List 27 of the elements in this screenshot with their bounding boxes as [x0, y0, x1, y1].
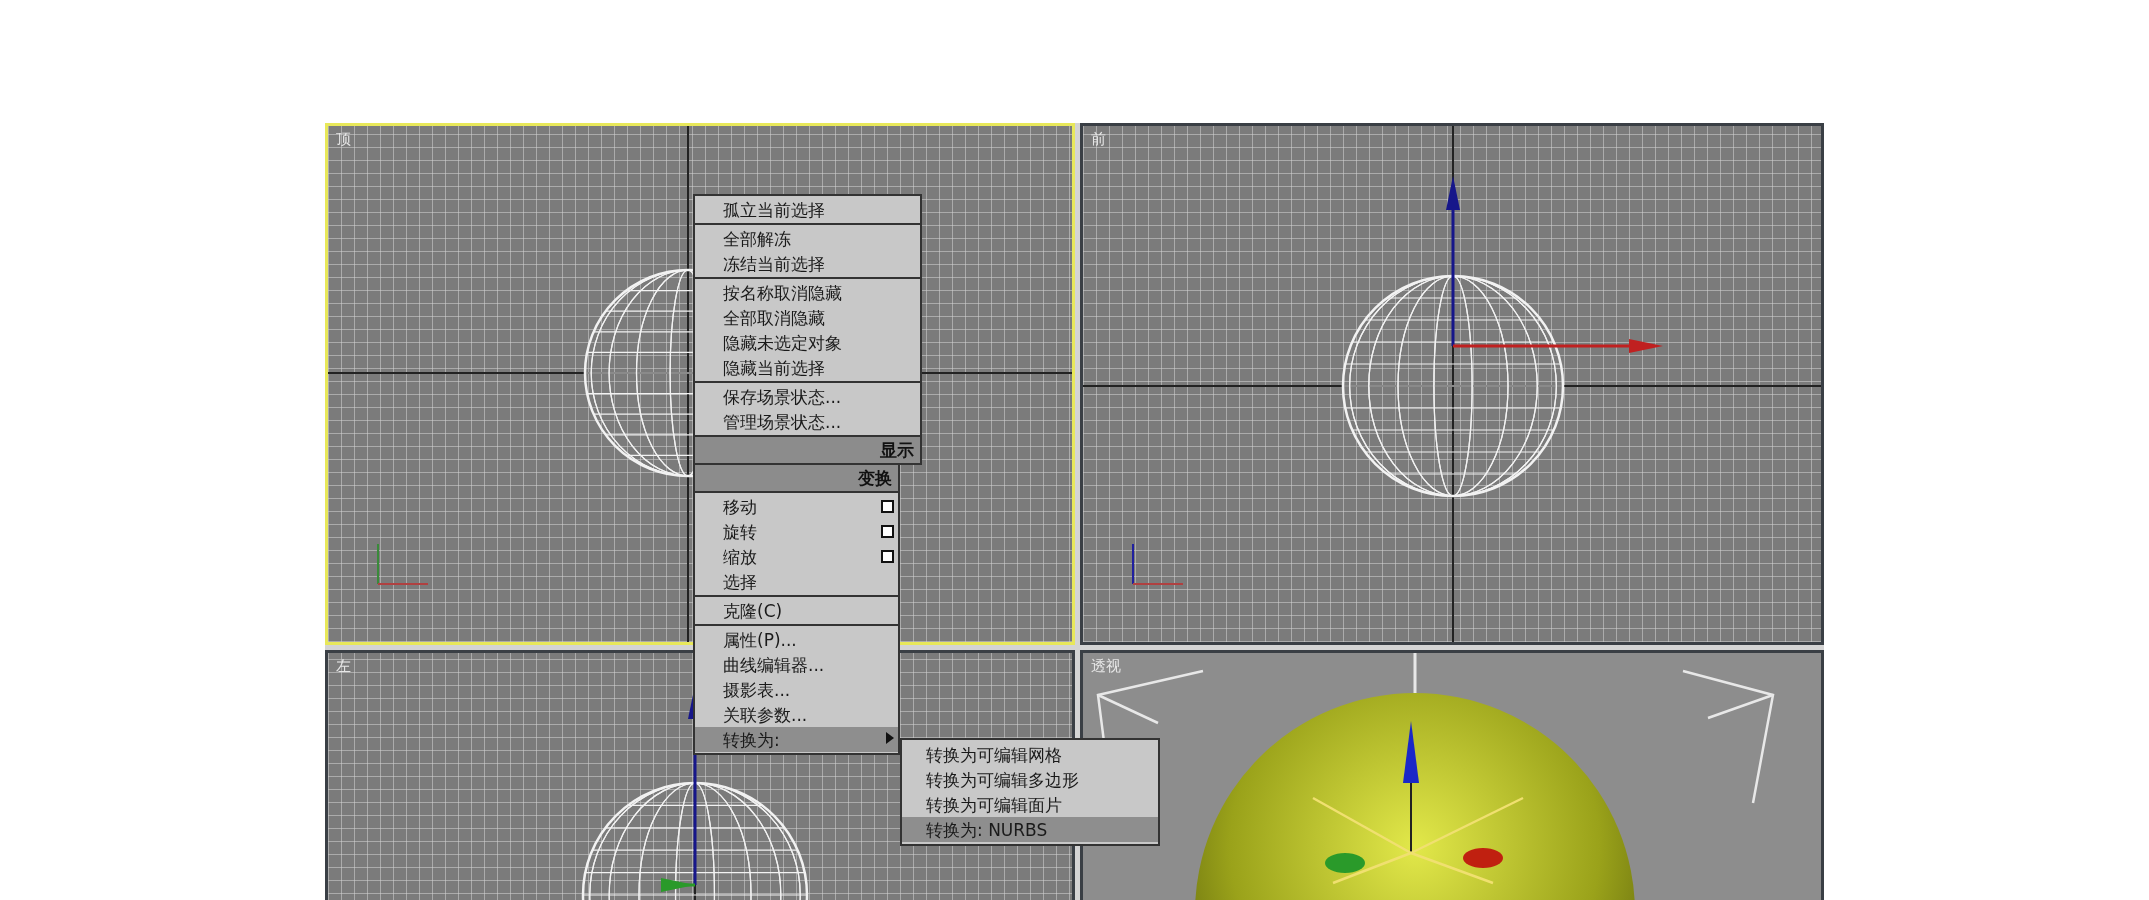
menu-item[interactable]: 孤立当前选择 [695, 197, 920, 222]
options-box-icon[interactable] [881, 500, 894, 513]
quad-menu-title: 变换 [695, 465, 898, 493]
axis-tripod-icon [1132, 543, 1184, 585]
menu-item[interactable]: 转换为: NURBS [902, 817, 1158, 842]
menu-item[interactable]: 全部取消隐藏 [695, 305, 920, 330]
menu-item[interactable]: 按名称取消隐藏 [695, 280, 920, 305]
menu-item[interactable]: 缩放 [695, 544, 898, 569]
menu-item[interactable]: 冻结当前选择 [695, 251, 920, 276]
menu-item[interactable]: 全部解冻 [695, 226, 920, 251]
menu-item[interactable]: 隐藏未选定对象 [695, 330, 920, 355]
menu-item[interactable]: 转换为: [695, 727, 898, 752]
menu-item[interactable]: 摄影表... [695, 677, 898, 702]
axis-tripod-icon [377, 543, 429, 585]
viewport-label[interactable]: 顶 [336, 130, 351, 149]
menu-item[interactable]: 管理场景状态... [695, 409, 920, 434]
menu-item[interactable]: 旋转 [695, 519, 898, 544]
quad-menu-title: 显示 [695, 435, 920, 463]
menu-item[interactable]: 隐藏当前选择 [695, 355, 920, 380]
menu-item[interactable]: 曲线编辑器... [695, 652, 898, 677]
menu-item[interactable]: 移动 [695, 494, 898, 519]
options-box-icon[interactable] [881, 550, 894, 563]
menu-item[interactable]: 克隆(C) [695, 598, 898, 623]
options-box-icon[interactable] [881, 525, 894, 538]
menu-item[interactable]: 保存场景状态... [695, 384, 920, 409]
menu-item[interactable]: 关联参数... [695, 702, 898, 727]
menu-item[interactable]: 选择 [695, 569, 898, 594]
